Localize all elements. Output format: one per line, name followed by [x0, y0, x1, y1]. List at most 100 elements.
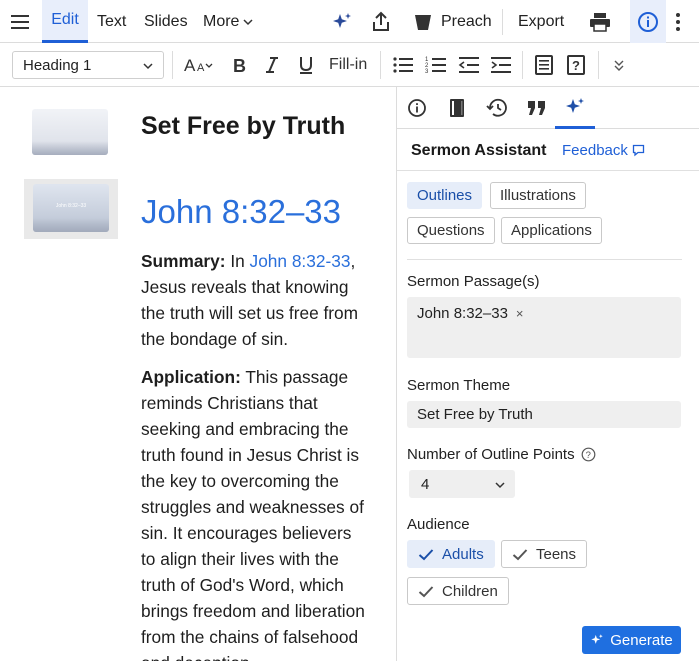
outline-points-value: 4: [421, 475, 430, 493]
check-icon: [418, 548, 434, 560]
format-toolbar: Heading 1 AA B Fill-in 123 ?: [0, 43, 699, 87]
italic-icon[interactable]: [264, 43, 280, 86]
format-divider: [522, 51, 523, 79]
panel-header-divider: [397, 170, 699, 171]
svg-text:A: A: [184, 56, 196, 75]
check-icon: [512, 548, 528, 560]
panel-tab-info[interactable]: [397, 87, 437, 129]
help-icon[interactable]: ?: [581, 447, 596, 462]
hamburger-menu-icon[interactable]: [10, 0, 32, 43]
sparkle-icon[interactable]: [331, 0, 353, 43]
panel-tab-history[interactable]: [477, 87, 517, 129]
collapse-chevrons-icon[interactable]: [613, 43, 625, 86]
passage-input[interactable]: John 8:32–33 ×: [407, 297, 681, 358]
preach-podium-icon: [415, 14, 431, 30]
document-editor[interactable]: John 8:32–33 Set Free by Truth John 8:32…: [0, 87, 397, 661]
svg-text:B: B: [233, 56, 246, 75]
slide-thumbnail[interactable]: John 8:32–33: [33, 184, 109, 232]
sermon-title[interactable]: Set Free by Truth: [141, 112, 345, 141]
check-icon: [418, 585, 434, 597]
info-icon[interactable]: [630, 0, 666, 43]
audience-adults-label: Adults: [442, 545, 484, 563]
svg-text:?: ?: [585, 450, 590, 461]
passage-label: Sermon Passage(s): [407, 273, 540, 290]
question-icon[interactable]: ?: [566, 43, 586, 86]
format-divider: [172, 51, 173, 79]
summary-label: Summary:: [141, 251, 226, 271]
slide-thumbnail[interactable]: [32, 109, 108, 155]
passage-tag-label: John 8:32–33: [417, 305, 508, 322]
audience-teens-label: Teens: [536, 545, 577, 563]
underline-icon[interactable]: [298, 43, 314, 86]
speech-bubble-icon: [632, 144, 645, 157]
generate-label: Generate: [610, 631, 673, 649]
audience-adults[interactable]: Adults: [407, 540, 495, 568]
chip-questions[interactable]: Questions: [407, 217, 495, 244]
chip-illustrations[interactable]: Illustrations: [490, 182, 586, 209]
slide-thumbnail-text: John 8:32–33: [55, 203, 87, 209]
passage-tag: John 8:32–33 ×: [417, 305, 524, 322]
outline-points-label: Number of Outline Points ?: [407, 446, 596, 463]
bullet-list-icon[interactable]: [392, 43, 414, 86]
generate-button[interactable]: Generate: [582, 626, 681, 654]
outline-points-select[interactable]: 4: [409, 470, 515, 498]
theme-label: Sermon Theme: [407, 377, 511, 394]
chip-applications[interactable]: Applications: [501, 217, 602, 244]
preach-button[interactable]: Preach: [413, 0, 492, 43]
share-icon[interactable]: [371, 0, 391, 43]
top-toolbar: Edit Text Slides More Preach Export: [0, 0, 699, 43]
indent-icon[interactable]: [490, 43, 512, 86]
scripture-link[interactable]: John 8:32-33: [250, 251, 351, 271]
kebab-menu-icon[interactable]: [675, 0, 681, 43]
panel-tab-quotes[interactable]: [517, 87, 557, 129]
svg-text:?: ?: [572, 58, 580, 73]
export-button[interactable]: Export: [518, 0, 564, 43]
print-icon[interactable]: [589, 0, 611, 43]
svg-text:A: A: [197, 62, 205, 74]
panel-tab-bar: [397, 87, 699, 129]
application-label: Application:: [141, 367, 241, 387]
notes-icon[interactable]: [534, 43, 554, 86]
tab-slides[interactable]: Slides: [144, 0, 188, 43]
chevron-down-icon: [243, 18, 253, 25]
bold-icon[interactable]: B: [232, 43, 248, 86]
theme-input[interactable]: Set Free by Truth: [407, 401, 681, 428]
tab-more[interactable]: More: [203, 0, 254, 43]
sparkle-icon: [591, 634, 603, 644]
audience-teens[interactable]: Teens: [501, 540, 588, 568]
panel-title: Sermon Assistant: [411, 142, 547, 159]
feedback-link[interactable]: Feedback: [562, 142, 645, 159]
section-divider: [407, 259, 682, 260]
toolbar-divider: [502, 9, 503, 35]
format-divider: [380, 51, 381, 79]
summary-text: In: [225, 251, 250, 271]
remove-passage-button[interactable]: ×: [516, 306, 524, 321]
panel-tab-book[interactable]: [437, 87, 477, 129]
format-divider: [598, 51, 599, 79]
sparkle-icon: [566, 97, 584, 113]
thumbnail-image: [33, 218, 109, 232]
paragraph-style-select[interactable]: Heading 1: [12, 51, 164, 79]
outdent-icon[interactable]: [458, 43, 480, 86]
chip-outlines[interactable]: Outlines: [407, 182, 483, 209]
panel-tab-assistant[interactable]: [555, 87, 595, 129]
application-text: This passage reminds Christians that see…: [141, 367, 365, 661]
quote-icon: [528, 101, 545, 115]
tab-edit[interactable]: Edit: [42, 0, 88, 43]
info-icon: [408, 99, 426, 117]
audience-children[interactable]: Children: [407, 577, 509, 605]
feedback-label: Feedback: [562, 142, 628, 159]
audience-label: Audience: [407, 516, 470, 533]
font-size-icon[interactable]: AA: [184, 43, 216, 86]
numbered-list-icon[interactable]: 123: [425, 43, 447, 86]
history-icon: [486, 98, 507, 117]
panel-divider: [396, 87, 397, 661]
outline-points-label-text: Number of Outline Points: [407, 446, 575, 463]
audience-children-label: Children: [442, 582, 498, 600]
application-paragraph[interactable]: Application: This passage reminds Christ…: [141, 364, 369, 661]
fill-in-button[interactable]: Fill-in: [329, 43, 367, 86]
summary-paragraph[interactable]: Summary: In John 8:32-33, Jesus reveals …: [141, 248, 369, 352]
thumbnail-image: [32, 141, 108, 155]
section-heading[interactable]: John 8:32–33: [141, 193, 341, 231]
tab-text[interactable]: Text: [97, 0, 126, 43]
